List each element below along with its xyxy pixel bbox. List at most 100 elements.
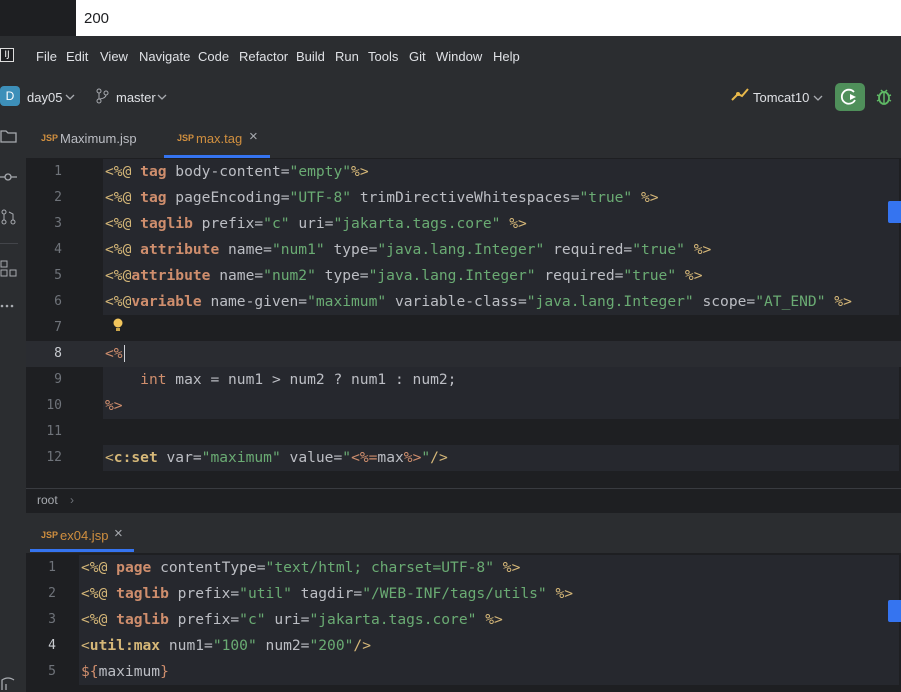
menu-help[interactable]: Help	[493, 49, 520, 64]
code-line[interactable]: <%@ attribute name="num1" type="java.lan…	[105, 241, 711, 258]
left-tool-strip	[0, 116, 26, 692]
code-token: attribute	[140, 241, 220, 258]
code-token: %>	[494, 559, 521, 576]
menu-refactor[interactable]: Refactor	[239, 49, 288, 64]
code-line[interactable]: <%@ taglib prefix="util" tagdir="/WEB-IN…	[81, 585, 573, 602]
chevron-down-icon[interactable]	[813, 94, 823, 102]
code-line[interactable]: <util:max num1="100" num2="200"/>	[81, 637, 371, 654]
code-line[interactable]: int max = num1 > num2 ? num1 : num2;	[105, 371, 456, 388]
line-number: 1	[48, 560, 56, 575]
code-token: prefix=	[168, 611, 240, 628]
code-token: />	[430, 449, 448, 466]
code-line[interactable]: <%@ tag pageEncoding="UTF-8" trimDirecti…	[105, 189, 659, 206]
code-token: taglib	[116, 611, 169, 628]
menu-build[interactable]: Build	[296, 49, 325, 64]
jsp-file-icon: JSP	[41, 133, 59, 143]
breadcrumb-root[interactable]: root	[37, 493, 58, 507]
more-icon[interactable]	[0, 302, 18, 310]
code-token: <%@	[105, 189, 141, 206]
code-token: pageEncoding=	[166, 189, 290, 206]
code-line-background	[103, 393, 899, 419]
code-token: type=	[324, 241, 378, 258]
commit-icon[interactable]	[0, 170, 18, 184]
tab-max-tag[interactable]: max.tag	[196, 131, 242, 146]
code-token: %>	[403, 449, 422, 466]
top-strip: 200	[0, 0, 901, 36]
code-line[interactable]: %>	[105, 397, 123, 414]
intellij-logo-icon[interactable]: IJ	[0, 48, 14, 62]
code-token: <%	[105, 345, 123, 362]
tab-maximum-jsp[interactable]: Maximum.jsp	[60, 131, 137, 146]
code-line[interactable]: <%@ taglib prefix="c" uri="jakarta.tags.…	[105, 215, 527, 232]
editor-tabs-bottom	[26, 513, 901, 554]
menu-edit[interactable]: Edit	[66, 49, 88, 64]
terminal-icon[interactable]	[0, 676, 18, 692]
pull-request-icon[interactable]	[0, 208, 18, 226]
code-token: %>	[632, 189, 659, 206]
line-number: 2	[48, 586, 56, 601]
code-line[interactable]: <%@ taglib prefix="c" uri="jakarta.tags.…	[81, 611, 503, 628]
caret-row-highlight	[26, 341, 901, 367]
code-token: scope=	[693, 293, 756, 310]
line-number: 4	[54, 242, 62, 257]
code-token: maximum	[98, 663, 161, 680]
folder-icon[interactable]	[0, 128, 18, 144]
close-tab-icon[interactable]: ×	[249, 128, 258, 145]
menu-file[interactable]: File	[36, 49, 57, 64]
code-token: "	[421, 449, 431, 466]
code-token: int	[140, 371, 167, 388]
right-gutter-marker	[888, 201, 901, 223]
tab-ex04-jsp[interactable]: ex04.jsp	[60, 528, 108, 543]
line-number: 4	[48, 638, 56, 653]
code-token: %>	[105, 397, 123, 414]
menu-git[interactable]: Git	[409, 49, 426, 64]
code-token: %>	[351, 163, 369, 180]
chevron-down-icon[interactable]	[157, 93, 167, 101]
code-line[interactable]: <%@ tag body-content="empty"%>	[105, 163, 369, 180]
debug-icon[interactable]	[874, 87, 894, 107]
line-number: 10	[46, 398, 62, 413]
menu-window[interactable]: Window	[436, 49, 482, 64]
code-token: <%@	[81, 559, 117, 576]
code-line[interactable]: <c:set var="maximum" value="<%=max%>"/>	[105, 449, 448, 466]
code-token: <	[105, 449, 114, 466]
editor-top-lines: 1 <%@ tag body-content="empty"%> 2 <%@ tag …	[26, 158, 901, 488]
code-token: required=	[544, 241, 633, 258]
code-line[interactable]: <%@variable name-given="maximum" variabl…	[105, 293, 852, 310]
code-token: page	[116, 559, 152, 576]
chevron-down-icon[interactable]	[65, 93, 75, 101]
code-token: "text/html; charset=UTF-8"	[265, 559, 494, 576]
top-strip-text: 200	[84, 10, 110, 27]
menu-code[interactable]: Code	[198, 49, 229, 64]
project-name[interactable]: day05	[27, 90, 62, 105]
project-badge[interactable]: D	[0, 86, 20, 106]
code-token: <%@	[81, 585, 117, 602]
menu-run[interactable]: Run	[335, 49, 359, 64]
code-line[interactable]: <%@attribute name="num2" type="java.lang…	[105, 267, 702, 284]
rerun-button[interactable]	[835, 83, 865, 111]
code-token: "true"	[579, 189, 633, 206]
code-token: "true"	[632, 241, 685, 258]
code-token: required=	[535, 267, 624, 284]
breadcrumb	[26, 488, 901, 513]
menu-navigate[interactable]: Navigate	[139, 49, 190, 64]
code-token: "true"	[623, 267, 677, 284]
code-token: <%@	[105, 293, 132, 310]
code-token: max	[377, 449, 404, 466]
structure-icon[interactable]	[0, 260, 18, 278]
line-number: 12	[46, 450, 62, 465]
line-number: 2	[54, 190, 62, 205]
code-line[interactable]: <%@ page contentType="text/html; charset…	[81, 559, 520, 576]
code-token: type=	[315, 267, 369, 284]
run-config-name[interactable]: Tomcat10	[753, 90, 809, 105]
close-tab-icon[interactable]: ×	[114, 525, 123, 542]
menu-view[interactable]: View	[100, 49, 128, 64]
branch-name[interactable]: master	[116, 90, 156, 105]
git-branch-icon	[96, 88, 109, 104]
code-line[interactable]: ${maximum}	[81, 663, 169, 680]
breadcrumb-separator: ›	[70, 493, 74, 507]
code-token: <%@	[105, 267, 132, 284]
menu-tools[interactable]: Tools	[368, 49, 398, 64]
code-line[interactable]: <%	[105, 345, 125, 362]
lightbulb-icon[interactable]	[112, 318, 124, 332]
